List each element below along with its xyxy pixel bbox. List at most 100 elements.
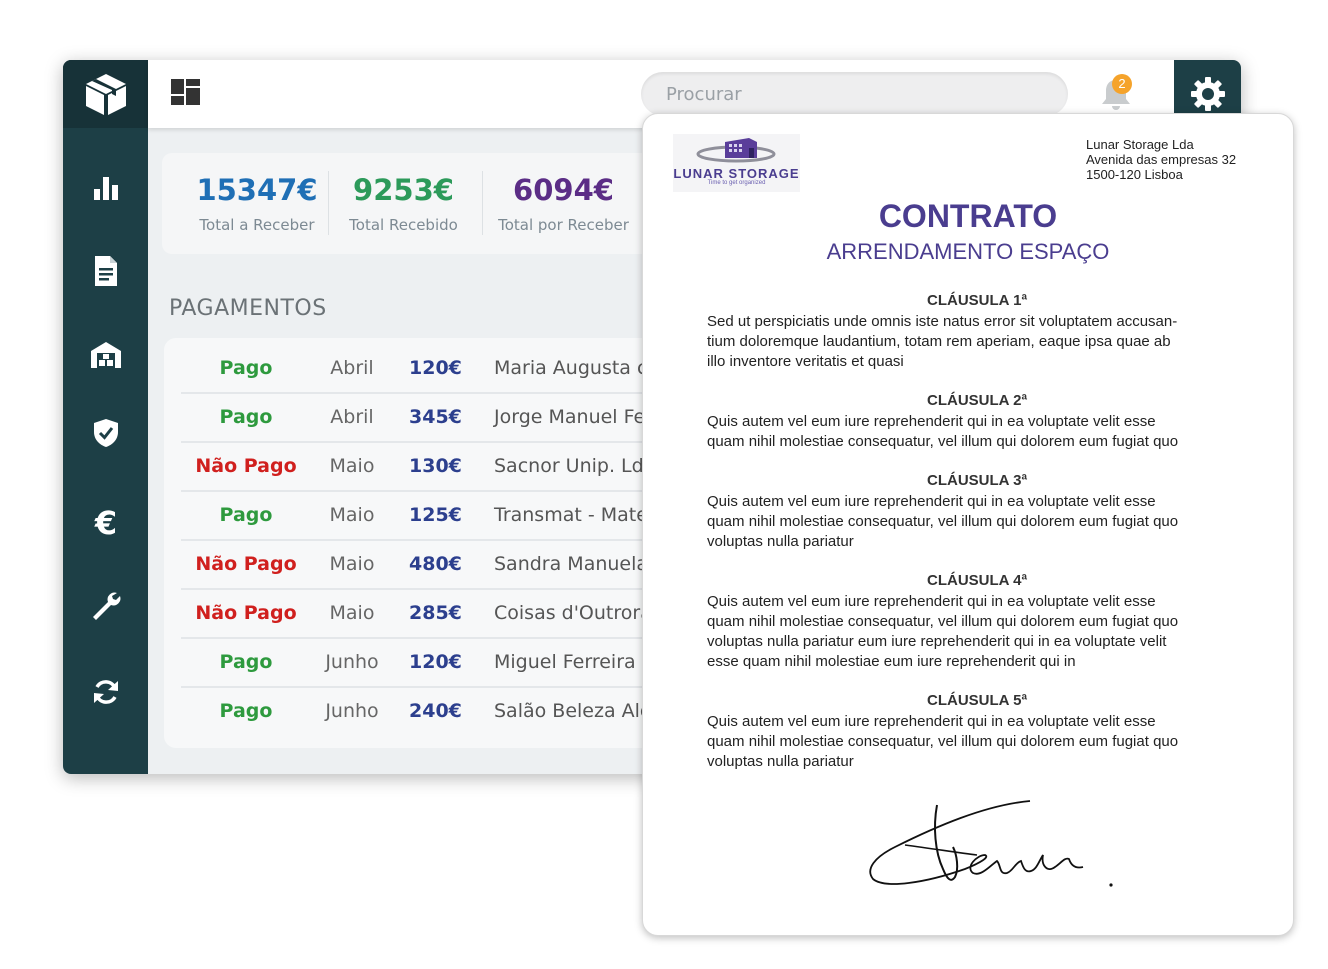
table-row[interactable]: Pago Abril 345€ Jorge Manuel Fe [181,394,651,443]
notification-badge: 2 [1112,74,1132,94]
company-logo: LUNAR STORAGE Time to get organized [673,134,800,192]
address-line: Avenida das empresas 32 [1086,152,1237,167]
clause-line: Quis autem vel eum iure reprehenderit qu… [707,593,1156,610]
stat-label: Total a Receber [199,216,315,234]
clause-line: Quis autem vel eum iure reprehenderit qu… [707,413,1156,430]
wrench-icon [92,592,120,620]
clause-heading: CLÁUSULA 5ª [927,692,1027,709]
stat-total-pending: 6094€ Total por Receber [485,153,642,254]
payment-client: Sandra Manuela [494,553,649,575]
stat-value: 9253€ [353,173,454,207]
payment-month: Junho [325,700,379,722]
payment-client: Sacnor Unip. Ld [494,455,644,477]
app-logo[interactable] [63,60,148,128]
clause: CLÁUSULA 2ª Quis autem vel eum iure repr… [707,392,1247,452]
clause-line: voluptas nulla pariatur [707,753,854,770]
sidebar-item-payments[interactable]: € [63,501,148,545]
table-row[interactable]: Pago Junho 240€ Salão Beleza Alc [181,688,651,737]
clause-line: quam nihil molestiae consequatur, vel il… [707,613,1179,630]
contract-document[interactable]: LUNAR STORAGE Time to get organized Luna… [642,113,1294,936]
payment-amount: 120€ [409,651,462,673]
stat-total-received: 9253€ Total Recebido [330,153,477,254]
layout-icon[interactable] [170,78,201,106]
clause-line: Quis autem vel eum iure reprehenderit qu… [707,493,1156,510]
table-row[interactable]: Não Pago Maio 130€ Sacnor Unip. Ld [181,443,651,492]
clause: CLÁUSULA 1ª Sed ut perspiciatis unde omn… [707,292,1247,372]
signature [869,800,1113,887]
payment-status: Não Pago [195,455,297,477]
shield-check-icon [93,419,118,447]
gear-icon [1190,77,1225,111]
stat-label: Total Recebido [349,216,458,234]
building-icon [696,138,776,163]
payments-table: Pago Abril 120€ Maria Augusta c Pago Abr… [164,338,704,748]
clause-heading: CLÁUSULA 4ª [927,572,1027,589]
stat-value: 6094€ [513,173,614,207]
clause-heading: CLÁUSULA 1ª [927,292,1027,309]
table-row[interactable]: Pago Abril 120€ Maria Augusta c [181,345,651,394]
clause-line: quam nihil molestiae consequatur, vel il… [707,733,1179,750]
document-icon [94,256,117,286]
warehouse-icon [90,342,121,368]
sidebar-item-warehouse[interactable] [63,333,148,377]
clause-text: Quis autem vel eum iure reprehenderit qu… [707,592,1247,672]
stats-card: 15347€ Total a Receber 9253€ Total Receb… [162,153,682,254]
sidebar-item-sync[interactable] [63,670,148,714]
address-line: Lunar Storage Lda [1086,137,1194,152]
logo-tagline: Time to get organized [707,180,766,186]
payment-month: Abril [330,406,374,428]
logo-text: LUNAR STORAGE [673,166,800,181]
payment-amount: 120€ [409,357,462,379]
clause-heading: CLÁUSULA 2ª [927,392,1027,409]
clause-line: Quis autem vel eum iure reprehenderit qu… [707,713,1156,730]
stat-total-receivable: 15347€ Total a Receber [182,153,332,254]
payment-month: Junho [325,651,379,673]
sidebar: € [63,60,148,774]
clause-line: tium doloremque laudantium, totam rem ap… [707,333,1171,350]
payments-title: PAGAMENTOS [169,296,327,321]
table-row[interactable]: Pago Maio 125€ Transmat - Mate [181,492,651,541]
sidebar-item-maintenance[interactable] [63,584,148,628]
divider [328,171,329,235]
payment-month: Maio [329,602,375,624]
payment-month: Abril [330,357,374,379]
contract-subtitle: ARRENDAMENTO ESPAÇO [826,239,1110,264]
sidebar-item-insurance[interactable] [63,411,148,455]
payment-amount: 345€ [409,406,462,428]
payment-amount: 240€ [409,700,462,722]
svg-text:€: € [93,506,116,540]
clause-line: illo inventore veritatis et quasi [707,353,904,370]
payment-client: Salão Beleza Alc [494,700,651,722]
payment-amount: 125€ [409,504,462,526]
refresh-icon [93,680,118,704]
stat-value: 15347€ [196,173,318,207]
clause-text: Quis autem vel eum iure reprehenderit qu… [707,492,1247,552]
table-row[interactable]: Não Pago Maio 480€ Sandra Manuela [181,541,651,590]
box-icon [85,74,126,115]
address-line: 1500-120 Lisboa [1086,167,1183,182]
clause-text: Sed ut perspiciatis unde omnis iste natu… [707,312,1247,372]
payment-client: Maria Augusta c [494,357,648,379]
payment-amount: 130€ [409,455,462,477]
clause-line: esse quam nihil molestiae eum iure repre… [707,653,1076,670]
sidebar-item-dashboard[interactable] [63,166,148,210]
payment-status: Pago [219,504,273,526]
divider [482,171,483,235]
table-row[interactable]: Não Pago Maio 285€ Coisas d'Outrora [181,590,652,639]
company-address: Lunar Storage Lda Avenida das empresas 3… [1086,137,1236,182]
payment-amount: 480€ [409,553,462,575]
payment-amount: 285€ [409,602,462,624]
clause-line: voluptas nulla pariatur eum iure reprehe… [707,633,1167,650]
payment-month: Maio [329,504,375,526]
sidebar-item-documents[interactable] [63,249,148,293]
payment-status: Não Pago [195,602,297,624]
table-row[interactable]: Pago Junho 120€ Miguel Ferreira [181,639,651,688]
clause-heading: CLÁUSULA 3ª [927,472,1027,489]
payment-client: Coisas d'Outrora [494,602,652,624]
bar-chart-icon [93,177,118,200]
search-input[interactable] [641,72,1068,116]
clause-line: Sed ut perspiciatis unde omnis iste natu… [707,313,1178,330]
payment-client: Jorge Manuel Fe [494,406,646,428]
payment-status: Pago [219,357,273,379]
payment-status: Não Pago [195,553,297,575]
